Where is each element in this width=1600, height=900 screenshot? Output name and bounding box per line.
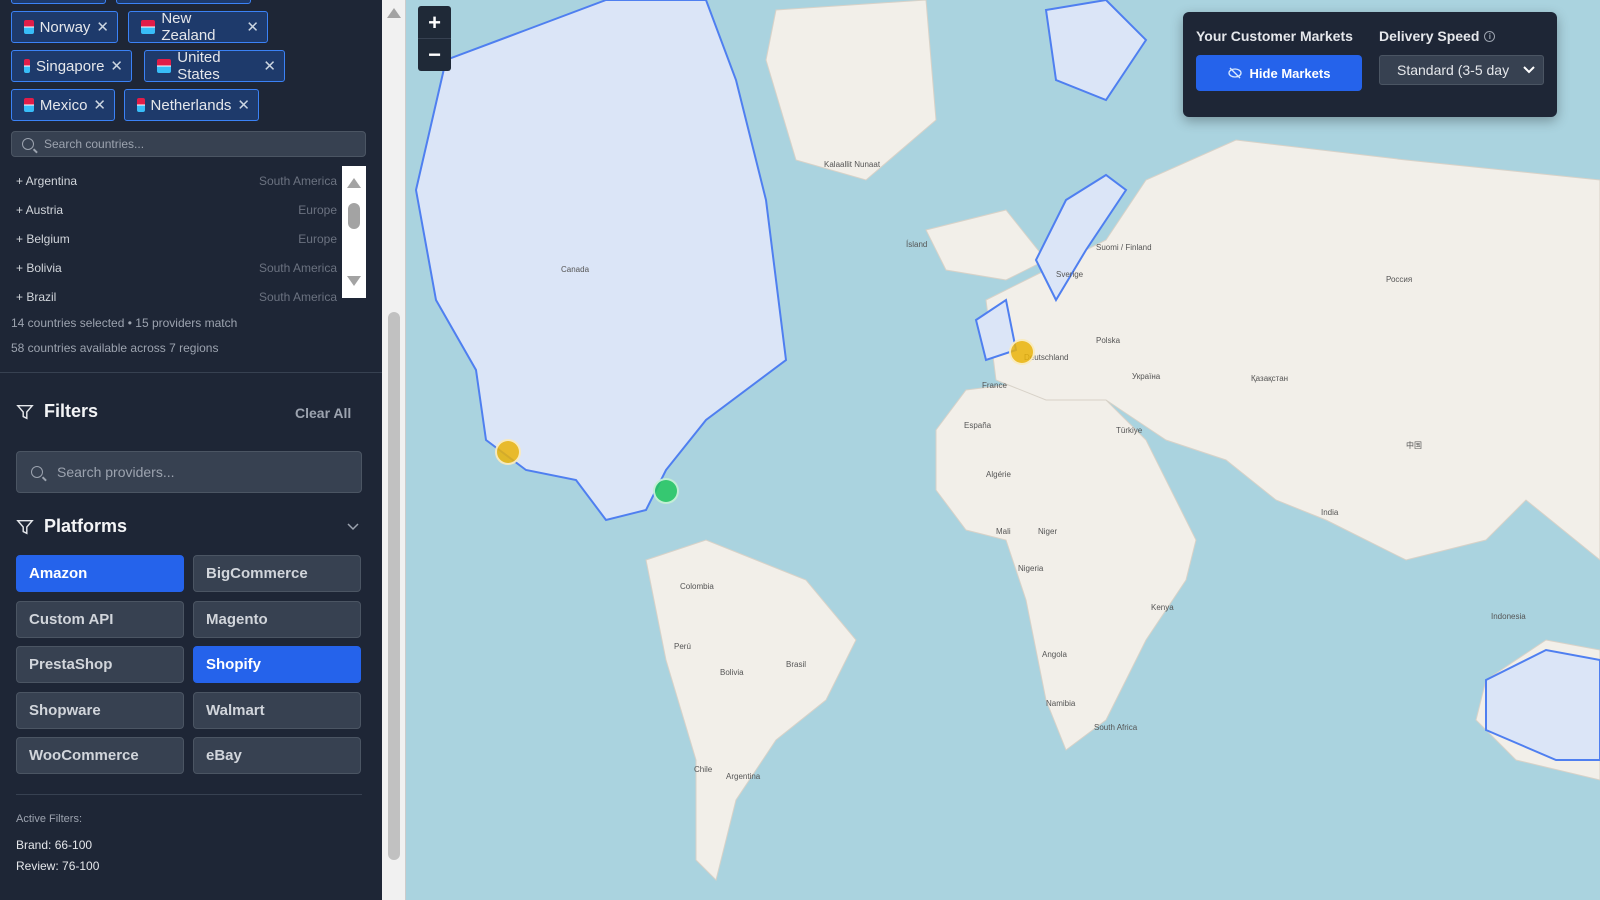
map-label: Algérie <box>986 470 1011 479</box>
country-chip: New Zealand ✕ <box>128 10 268 44</box>
map-label: España <box>964 421 992 430</box>
active-filter-review: Review: 76-100 <box>16 859 100 873</box>
delivery-speed-label: Delivery Speed i <box>1379 28 1496 44</box>
map-label: Angola <box>1042 650 1067 659</box>
zoom-in-button[interactable]: + <box>418 6 451 39</box>
country-search-input[interactable]: Search countries... <box>11 131 366 157</box>
map-label: Indonesia <box>1491 612 1526 621</box>
info-icon[interactable]: i <box>1484 30 1496 42</box>
map-label: Қазақстан <box>1251 374 1289 383</box>
platform-custom-api-button[interactable]: Custom API <box>16 600 184 638</box>
map-label: Suomi / Finland <box>1096 243 1152 252</box>
store-icon <box>157 59 172 73</box>
chevron-down-icon <box>1523 66 1535 74</box>
platform-prestashop-button[interactable]: PrestaShop <box>16 646 184 683</box>
remove-icon[interactable]: ✕ <box>110 57 123 75</box>
map-label: Россия <box>1386 275 1413 284</box>
remove-icon[interactable]: ✕ <box>237 96 250 114</box>
search-icon <box>22 138 34 150</box>
country-chip: Singapore ✕ <box>11 50 132 82</box>
provider-marker-yellow[interactable] <box>1009 339 1035 365</box>
country-list-scrollbar[interactable] <box>342 166 366 298</box>
country-chip: Netherlands ✕ <box>124 89 259 121</box>
clear-all-button[interactable]: Clear All <box>295 405 351 421</box>
provider-search-input[interactable]: Search providers... <box>16 451 362 493</box>
country-chip[interactable] <box>11 0 106 4</box>
map-label: Bolivia <box>720 668 744 677</box>
country-list-item[interactable]: + Argentina South America <box>11 166 341 195</box>
selection-summary: 14 countries selected • 15 providers mat… <box>11 316 238 330</box>
map-label: Niger <box>1038 527 1058 536</box>
markets-panel: Your Customer Markets Hide Markets Deliv… <box>1183 12 1557 117</box>
platform-bigcommerce-button[interactable]: BigCommerce <box>193 555 361 592</box>
sidebar: Norway ✕ New Zealand ✕ Singapore ✕ United Stat… <box>0 0 382 900</box>
filter-icon <box>16 519 34 534</box>
map-label: Sverige <box>1056 270 1084 279</box>
platform-magento-button[interactable]: Magento <box>193 600 361 638</box>
markets-title: Your Customer Markets <box>1196 28 1353 44</box>
map-label: Chile <box>694 765 713 774</box>
country-chip: Norway ✕ <box>11 11 118 43</box>
country-list: + Argentina South America + Austria Europe +… <box>11 166 341 304</box>
map-label: Nigeria <box>1018 564 1044 573</box>
delivery-speed-select[interactable]: Standard (3-5 day <box>1379 55 1544 85</box>
map-label: 中国 <box>1406 441 1422 450</box>
availability-summary: 58 countries available across 7 regions <box>11 341 219 355</box>
map-label: Argentina <box>726 772 761 781</box>
store-icon <box>141 20 156 34</box>
platform-shopify-button[interactable]: Shopify <box>193 646 361 683</box>
provider-marker-yellow[interactable] <box>495 439 521 465</box>
map-label: India <box>1321 508 1339 517</box>
country-chip: Mexico ✕ <box>11 89 115 121</box>
remove-icon[interactable]: ✕ <box>263 57 276 75</box>
map-label: Ísland <box>906 240 928 249</box>
zoom-out-button[interactable]: − <box>418 38 451 71</box>
filter-icon <box>16 404 34 419</box>
store-icon <box>24 59 31 73</box>
active-filters-title: Active Filters: <box>16 813 83 825</box>
map-label: Perú <box>674 642 691 651</box>
country-list-item[interactable]: + Bolivia South America <box>11 253 341 282</box>
platform-shopware-button[interactable]: Shopware <box>16 691 184 729</box>
divider <box>16 794 362 795</box>
country-list-item[interactable]: + Belgium Europe <box>11 224 341 253</box>
map-label: France <box>982 381 1007 390</box>
map-label: Colombia <box>680 582 714 591</box>
platform-woocommerce-button[interactable]: WooCommerce <box>16 737 184 774</box>
world-map[interactable]: Canada Kalaallit Nunaat Ísland Brasil Colomb… <box>406 0 1600 900</box>
store-icon <box>137 98 145 112</box>
map-label: South Africa <box>1094 723 1138 732</box>
sidebar-scrollbar[interactable] <box>382 0 406 900</box>
provider-marker-green[interactable] <box>653 478 679 504</box>
eye-off-icon <box>1227 67 1242 79</box>
country-list-item[interactable]: + Austria Europe <box>11 195 341 224</box>
remove-icon[interactable]: ✕ <box>93 96 106 114</box>
country-chip[interactable] <box>116 0 251 4</box>
map-label: Türkiye <box>1116 426 1143 435</box>
map-label: Brasil <box>786 660 807 669</box>
chevron-down-icon[interactable] <box>347 523 359 531</box>
platform-ebay-button[interactable]: eBay <box>193 737 361 774</box>
platforms-header[interactable]: Platforms <box>16 516 127 537</box>
search-icon <box>31 466 43 478</box>
remove-icon[interactable]: ✕ <box>246 18 259 36</box>
map-label: Polska <box>1096 336 1121 345</box>
map-label: Canada <box>561 265 590 274</box>
map-label: Kalaallit Nunaat <box>824 160 881 169</box>
store-icon <box>24 20 34 34</box>
filters-header: Filters <box>16 401 98 422</box>
country-list-item[interactable]: + Brazil South America <box>11 282 341 311</box>
hide-markets-button[interactable]: Hide Markets <box>1196 55 1362 91</box>
platform-walmart-button[interactable]: Walmart <box>193 691 361 729</box>
map-label: Namibia <box>1046 699 1076 708</box>
store-icon <box>24 98 34 112</box>
map-label: Mali <box>996 527 1011 536</box>
divider <box>0 372 382 373</box>
map-label: Україна <box>1132 372 1161 381</box>
map-label: Kenya <box>1151 603 1174 612</box>
remove-icon[interactable]: ✕ <box>96 18 109 36</box>
platform-amazon-button[interactable]: Amazon <box>16 555 184 592</box>
active-filter-brand: Brand: 66-100 <box>16 838 93 852</box>
country-chip: United States ✕ <box>144 49 285 83</box>
